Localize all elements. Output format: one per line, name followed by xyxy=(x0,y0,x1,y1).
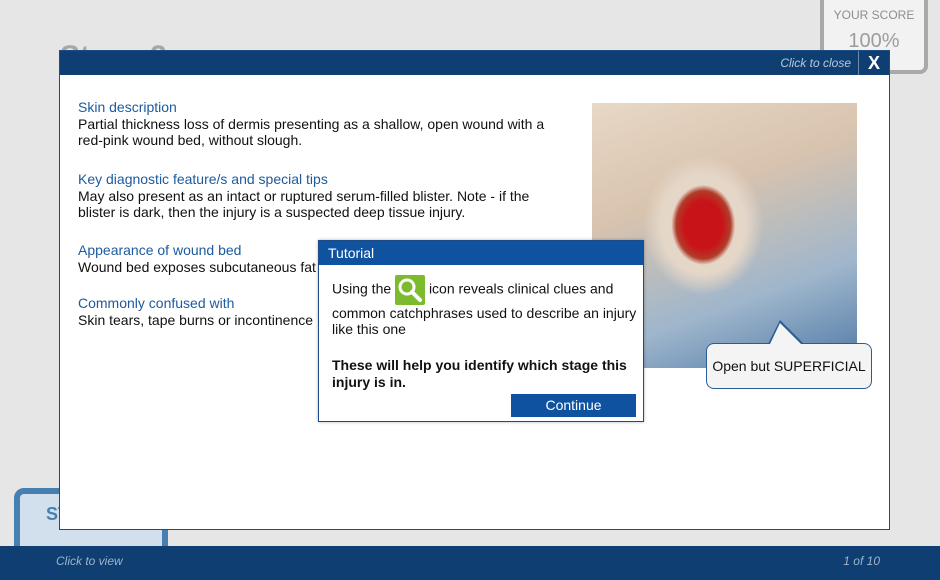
continue-button[interactable]: Continue xyxy=(511,394,636,417)
footer-hint[interactable]: Click to view xyxy=(56,554,123,568)
magnifier-icon xyxy=(395,275,426,305)
modal-header-bar: Click to close X xyxy=(60,51,889,75)
wound-callout: Open but SUPERFICIAL xyxy=(706,343,872,389)
tutorial-text: Using the icon reveals clinical clues an… xyxy=(332,275,638,337)
tutorial-text-before: Using the xyxy=(332,280,392,297)
tutorial-bold-text: These will help you identify which stage… xyxy=(332,357,627,390)
score-label: YOUR SCORE xyxy=(833,8,915,22)
section-skin-description: Skin description Partial thickness loss … xyxy=(78,99,548,148)
section-heading: Skin description xyxy=(78,99,177,115)
section-body: May also present as an intact or rupture… xyxy=(78,188,530,220)
section-body: Partial thickness loss of dermis present… xyxy=(78,116,545,148)
click-to-close-label[interactable]: Click to close xyxy=(780,56,851,70)
callout-tail-fill xyxy=(770,323,801,344)
close-icon[interactable]: X xyxy=(858,51,889,75)
tutorial-dialog: Tutorial Using the icon reveals clinical… xyxy=(318,240,644,422)
section-heading: Key diagnostic feature/s and special tip… xyxy=(78,171,328,187)
footer-bar: Click to view 1 of 10 xyxy=(0,546,940,580)
page-indicator: 1 of 10 xyxy=(843,554,880,568)
tutorial-title: Tutorial xyxy=(319,241,643,265)
section-key-features: Key diagnostic feature/s and special tip… xyxy=(78,171,548,220)
